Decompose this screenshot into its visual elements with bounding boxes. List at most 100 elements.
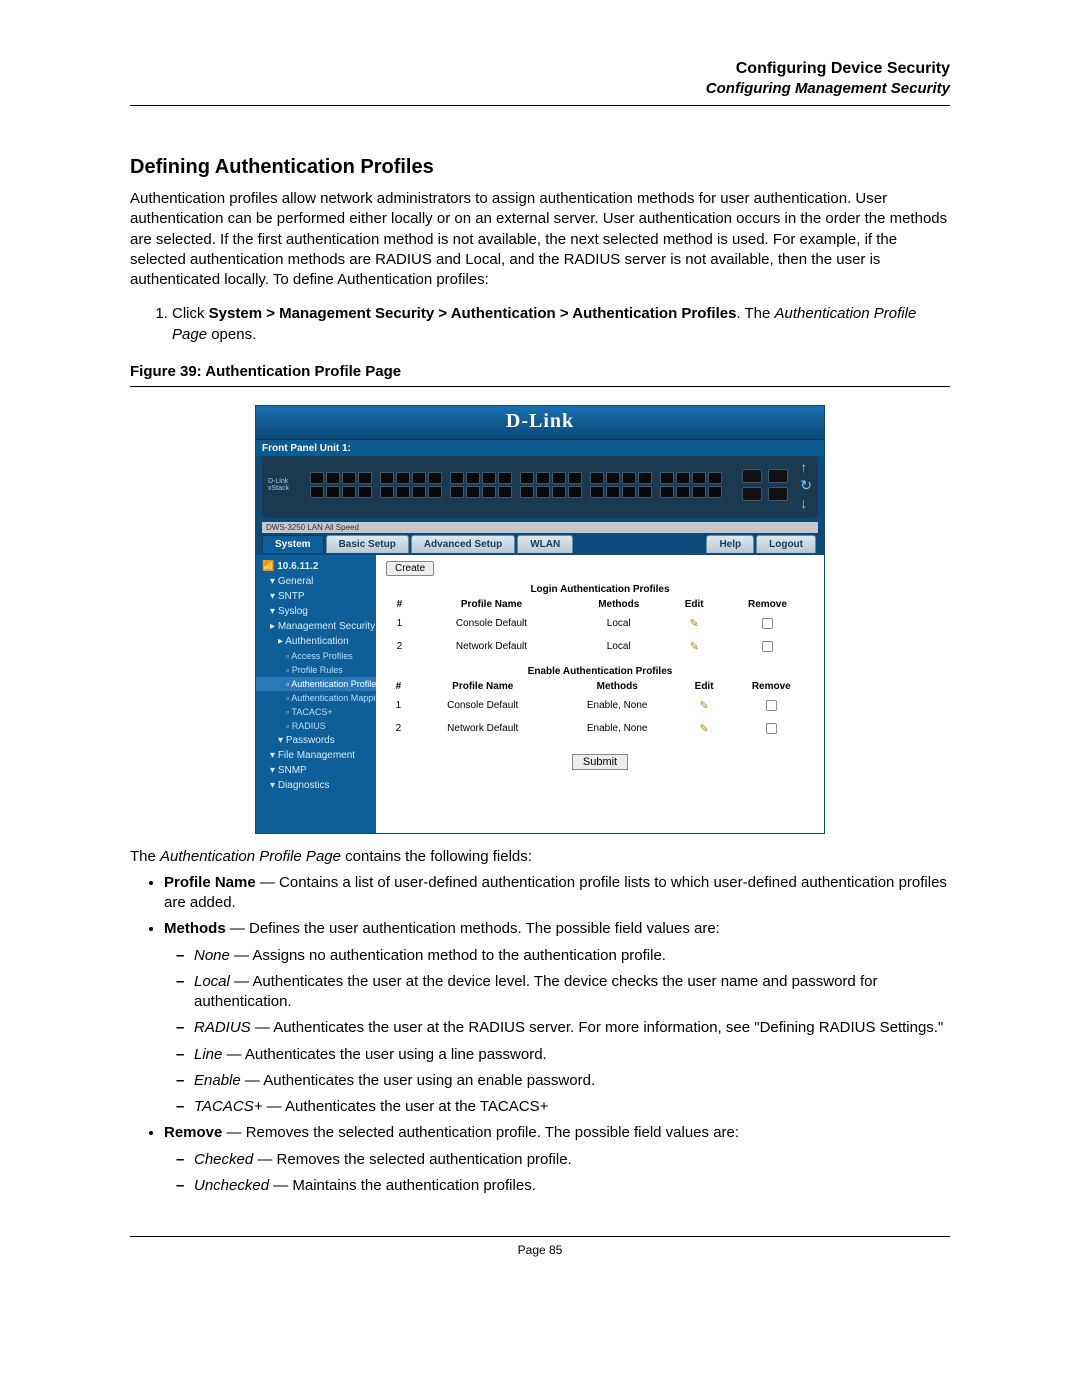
step-1-mid: . The: [736, 305, 774, 322]
remove-checkbox[interactable]: [762, 641, 773, 652]
nav-tree: 📶 10.6.11.2 ▾ General ▾ SNTP ▾ Syslog ▸ …: [256, 555, 376, 833]
tab-bar: System Basic Setup Advanced Setup WLAN H…: [256, 533, 824, 555]
nav-access-profiles[interactable]: ▫ Access Profiles: [256, 649, 376, 663]
table-row: 2 Network Default Local ✎: [386, 635, 814, 658]
field-profile-name: Profile Name — Contains a list of user-d…: [164, 873, 950, 914]
col-methods: Methods: [570, 597, 667, 612]
remove-checkbox[interactable]: [766, 700, 777, 711]
cell-name: Console Default: [411, 694, 555, 717]
nav-snmp[interactable]: ▾ SNMP: [256, 763, 376, 778]
submit-button[interactable]: Submit: [572, 754, 628, 770]
content-pane: Create Login Authentication Profiles # P…: [376, 555, 824, 833]
nav-authentication-mapping[interactable]: ▫ Authentication Mapping: [256, 691, 376, 705]
col-num: #: [386, 679, 411, 694]
nav-ip[interactable]: 📶 10.6.11.2: [256, 559, 376, 574]
edit-icon[interactable]: ✎: [700, 723, 709, 735]
remove-checkbox[interactable]: [762, 618, 773, 629]
nav-syslog[interactable]: ▾ Syslog: [256, 604, 376, 619]
cell-name: Network Default: [413, 635, 570, 658]
aux-slot: [768, 487, 788, 501]
fields-lead: The Authentication Profile Page contains…: [130, 848, 950, 865]
refresh-icon[interactable]: ↻: [800, 478, 812, 492]
col-methods: Methods: [555, 679, 680, 694]
cell-name: Network Default: [411, 717, 555, 740]
col-edit: Edit: [667, 597, 720, 612]
header-main: Configuring Device Security: [130, 60, 950, 78]
tab-advanced-setup[interactable]: Advanced Setup: [411, 535, 515, 553]
figure-caption: Figure 39: Authentication Profile Page: [130, 363, 950, 380]
cell-num: 2: [386, 635, 413, 658]
step-1: Click System > Management Security > Aut…: [172, 304, 950, 345]
port-block: [310, 472, 728, 498]
table-header-row: # Profile Name Methods Edit Remove: [386, 679, 814, 694]
nav-sntp[interactable]: ▾ SNTP: [256, 589, 376, 604]
table-row: 2 Network Default Enable, None ✎: [386, 717, 814, 740]
device-info-stripe: DWS-3250 LAN All Speed: [262, 522, 818, 533]
cell-methods: Enable, None: [555, 694, 680, 717]
tab-system[interactable]: System: [262, 535, 324, 553]
nav-diagnostics[interactable]: ▾ Diagnostics: [256, 778, 376, 793]
nav-ip-value: 10.6.11.2: [277, 561, 318, 572]
fields-list: Profile Name — Contains a list of user-d…: [130, 873, 950, 1196]
scroll-arrows[interactable]: ↑ ↻ ↓: [800, 460, 812, 510]
device-series: xStack: [268, 485, 289, 492]
remove-checkbox[interactable]: [766, 723, 777, 734]
col-edit: Edit: [680, 679, 729, 694]
nav-authentication-profiles[interactable]: ▫ Authentication Profiles: [256, 677, 376, 691]
aux-ports: [742, 469, 788, 501]
create-button[interactable]: Create: [386, 561, 434, 576]
col-profile-name: Profile Name: [411, 679, 555, 694]
aux-slot: [768, 469, 788, 483]
table-header-row: # Profile Name Methods Edit Remove: [386, 597, 814, 612]
step-1-path: System > Management Security > Authentic…: [209, 305, 737, 322]
figure-rule: [130, 386, 950, 387]
login-profiles-title: Login Authentication Profiles: [386, 584, 814, 595]
app-window: D-Link Front Panel Unit 1: D-Link xStack: [255, 405, 825, 834]
edit-icon[interactable]: ✎: [690, 618, 699, 630]
remove-sublist: Checked — Removes the selected authentic…: [164, 1150, 950, 1197]
nav-profile-rules[interactable]: ▫ Profile Rules: [256, 663, 376, 677]
nav-authentication[interactable]: ▸ Authentication: [256, 634, 376, 649]
nav-radius[interactable]: ▫ RADIUS: [256, 719, 376, 733]
header-rule: [130, 105, 950, 106]
col-remove: Remove: [721, 597, 814, 612]
aux-slot: [742, 469, 762, 483]
device-model-label: D-Link xStack: [268, 478, 304, 492]
tab-basic-setup[interactable]: Basic Setup: [326, 535, 409, 553]
cell-num: 2: [386, 717, 411, 740]
field-remove: Remove — Removes the selected authentica…: [164, 1123, 950, 1196]
aux-slot: [742, 487, 762, 501]
cell-methods: Enable, None: [555, 717, 680, 740]
nav-general[interactable]: ▾ General: [256, 574, 376, 589]
brand-bar: D-Link: [256, 406, 824, 440]
nav-tacacs[interactable]: ▫ TACACS+: [256, 705, 376, 719]
figure-image: D-Link Front Panel Unit 1: D-Link xStack: [130, 405, 950, 834]
login-profiles-table: # Profile Name Methods Edit Remove 1 Con…: [386, 597, 814, 658]
tab-wlan[interactable]: WLAN: [517, 535, 573, 553]
enable-profiles-title: Enable Authentication Profiles: [386, 666, 814, 677]
page-header: Configuring Device Security Configuring …: [130, 60, 950, 97]
footer-rule: [130, 1236, 950, 1237]
col-num: #: [386, 597, 413, 612]
tab-logout[interactable]: Logout: [756, 535, 816, 553]
cell-methods: Local: [570, 612, 667, 635]
section-intro: Authentication profiles allow network ad…: [130, 189, 950, 290]
nav-file-management[interactable]: ▾ File Management: [256, 748, 376, 763]
header-sub: Configuring Management Security: [130, 80, 950, 97]
tab-help[interactable]: Help: [706, 535, 754, 553]
device-front-panel: D-Link xStack: [262, 456, 818, 518]
step-1-suffix: opens.: [207, 326, 256, 343]
arrow-down-icon[interactable]: ↓: [800, 496, 812, 510]
edit-icon[interactable]: ✎: [690, 641, 699, 653]
edit-icon[interactable]: ✎: [700, 700, 709, 712]
field-methods: Methods — Defines the user authenticatio…: [164, 919, 950, 1117]
cell-methods: Local: [570, 635, 667, 658]
cell-num: 1: [386, 612, 413, 635]
arrow-up-icon[interactable]: ↑: [800, 460, 812, 474]
nav-passwords[interactable]: ▾ Passwords: [256, 733, 376, 748]
cell-num: 1: [386, 694, 411, 717]
steps-list: Click System > Management Security > Aut…: [130, 304, 950, 345]
table-row: 1 Console Default Local ✎: [386, 612, 814, 635]
nav-management-security[interactable]: ▸ Management Security: [256, 619, 376, 634]
page-number: Page 85: [130, 1243, 950, 1257]
